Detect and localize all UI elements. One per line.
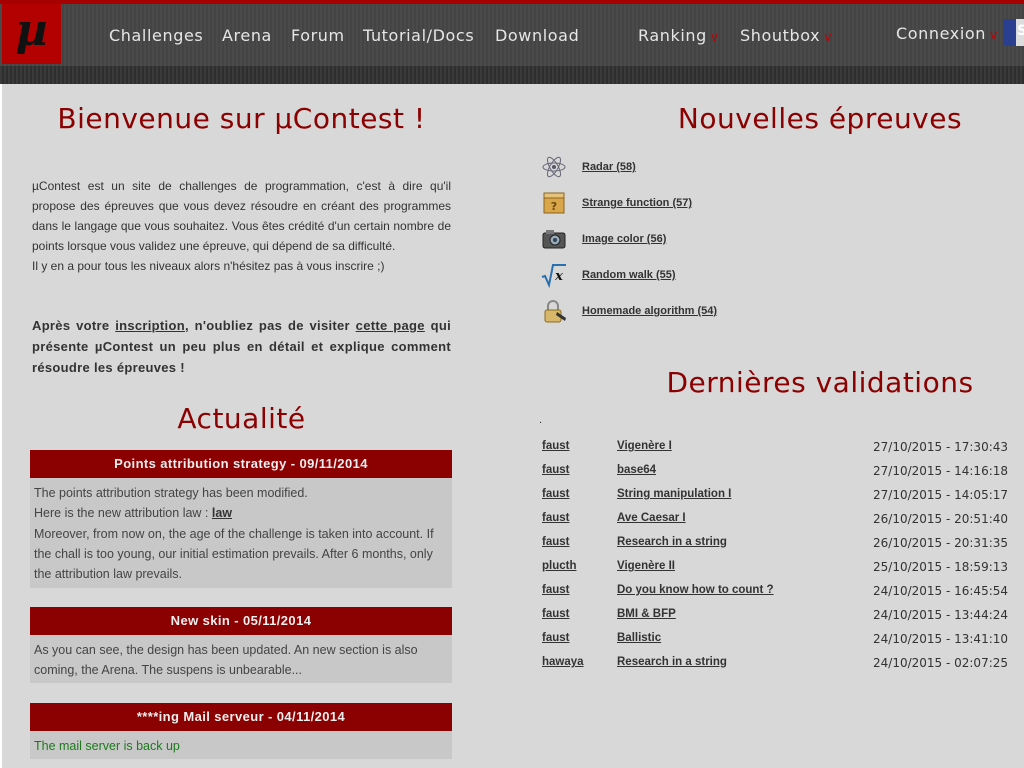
question-box-icon: ? (543, 192, 565, 214)
inscription-link[interactable]: inscription (115, 318, 185, 333)
validation-row: hawaya Research in a string 24/10/2015 - 0… (542, 656, 1022, 680)
svg-text:x: x (554, 269, 563, 284)
validation-row: faust base64 27/10/2015 - 14:16:18 (542, 464, 1022, 488)
validation-challenge-link[interactable]: Ballistic (617, 632, 661, 644)
validation-row: faust String manipulation I 27/10/2015 - 1… (542, 488, 1022, 512)
validation-row: faust Ave Caesar I 26/10/2015 - 20:51:40 (542, 512, 1022, 536)
validation-row: plucth Vigenère II 25/10/2015 - 18:59:13 (542, 560, 1022, 584)
validation-challenge-link[interactable]: Do you know how to count ? (617, 584, 774, 596)
challenge-link[interactable]: Image color (56) (582, 233, 666, 245)
validation-date: 24/10/2015 - 02:07:25 (873, 656, 1009, 670)
nav-shoutbox[interactable]: Shoutbox v (740, 26, 832, 45)
news-heading-3: ****ing Mail serveur - 04/11/2014 (30, 703, 452, 731)
intro-paragraph-2: Il y en a pour tous les niveaux alors n'… (32, 259, 385, 273)
callout-text-2: , n'oubliez pas de visiter (184, 318, 356, 333)
validation-user-link[interactable]: faust (542, 488, 569, 500)
validation-challenge-link[interactable]: Research in a string (617, 656, 727, 668)
nav-ranking[interactable]: Ranking v (638, 26, 719, 45)
validation-row: faust Do you know how to count ? 24/10/201… (542, 584, 1022, 608)
news-1-line-1: The points attribution strategy has been… (34, 486, 308, 500)
nav-tutorial-docs[interactable]: Tutorial/Docs (363, 26, 474, 45)
nav-arena[interactable]: Arena (222, 26, 272, 45)
challenge-link[interactable]: Strange function (57) (582, 197, 692, 209)
news-heading-1: Points attribution strategy - 09/11/2014 (30, 450, 452, 478)
validation-row: faust Ballistic 24/10/2015 - 13:41:10 (542, 632, 1022, 656)
validation-row: faust Vigenère I 27/10/2015 - 17:30:43 (542, 440, 1022, 464)
validation-challenge-link[interactable]: String manipulation I (617, 488, 731, 500)
logo-mu: µ (15, 5, 48, 56)
validation-challenge-link[interactable]: Ave Caesar I (617, 512, 686, 524)
news-heading-2: New skin - 05/11/2014 (30, 607, 452, 635)
chevron-down-icon: v (990, 28, 998, 42)
validations-dot: . (539, 414, 543, 426)
validation-user-link[interactable]: faust (542, 536, 569, 548)
news-body-3: The mail server is back up (30, 731, 452, 759)
validation-date: 27/10/2015 - 17:30:43 (873, 440, 1009, 454)
validation-date: 25/10/2015 - 18:59:13 (873, 560, 1009, 574)
validation-user-link[interactable]: faust (542, 464, 569, 476)
welcome-title: Bienvenue sur µContest ! (57, 102, 426, 135)
nav-connexion[interactable]: Connexion v (896, 24, 998, 43)
news-1-line-2: Here is the new attribution law : law (34, 506, 233, 521)
flag-letter: S (1017, 23, 1024, 39)
news-1-line-3: Moreover, from now on, the age of the ch… (34, 526, 434, 582)
new-challenges-title: Nouvelles épreuves (677, 102, 963, 135)
chevron-down-icon: v (710, 30, 719, 44)
main-content: Bienvenue sur µContest ! µContest est un… (0, 84, 1024, 768)
validations-title: Dernières validations (666, 366, 974, 399)
camera-icon (542, 230, 566, 249)
atom-icon (542, 156, 566, 178)
intro-paragraph-1: µContest est un site de challenges de pr… (32, 179, 451, 253)
validation-date: 26/10/2015 - 20:51:40 (873, 512, 1009, 526)
nav-download[interactable]: Download (495, 26, 579, 45)
validation-date: 27/10/2015 - 14:05:17 (873, 488, 1009, 502)
sqrt-x-icon: x (541, 264, 566, 288)
news-title: Actualité (177, 402, 306, 435)
navbar-strip (0, 66, 1024, 84)
site-logo[interactable]: µ (2, 4, 61, 64)
welcome-intro: µContest est un site de challenges de pr… (32, 176, 451, 276)
validation-user-link[interactable]: faust (542, 584, 569, 596)
validation-date: 24/10/2015 - 13:41:10 (873, 632, 1009, 646)
validation-user-link[interactable]: faust (542, 632, 569, 644)
callout-text-1: Après votre (32, 318, 116, 333)
validation-date: 24/10/2015 - 13:44:24 (873, 608, 1009, 622)
validation-date: 26/10/2015 - 20:31:35 (873, 536, 1009, 550)
validation-row: faust Research in a string 26/10/2015 - 20… (542, 536, 1022, 560)
nav-forum[interactable]: Forum (291, 26, 345, 45)
cette-page-link[interactable]: cette page (356, 318, 425, 333)
validation-challenge-link[interactable]: Vigenère II (617, 560, 675, 572)
svg-text:?: ? (551, 200, 557, 213)
chevron-down-icon: v (824, 30, 832, 44)
validation-user-link[interactable]: faust (542, 512, 569, 524)
validation-user-link[interactable]: faust (542, 440, 569, 452)
news-body-1: The points attribution strategy has been… (30, 478, 452, 588)
welcome-callout: Après votre inscription, n'oubliez pas d… (32, 315, 451, 378)
validation-date: 27/10/2015 - 14:16:18 (873, 464, 1009, 478)
validation-user-link[interactable]: hawaya (542, 656, 584, 668)
validation-user-link[interactable]: plucth (542, 560, 577, 572)
validation-user-link[interactable]: faust (542, 608, 569, 620)
nav-challenges[interactable]: Challenges (109, 26, 203, 45)
validation-challenge-link[interactable]: BMI & BFP (617, 608, 676, 620)
challenge-link[interactable]: Radar (58) (582, 161, 636, 173)
validation-challenge-link[interactable]: Research in a string (617, 536, 727, 548)
challenge-link[interactable]: Homemade algorithm (54) (582, 305, 717, 317)
padlock-icon (544, 300, 566, 323)
news-body-2: As you can see, the design has been upda… (30, 635, 452, 683)
validation-challenge-link[interactable]: Vigenère I (617, 440, 672, 452)
law-link[interactable]: law (212, 506, 232, 520)
challenge-link[interactable]: Random walk (55) (582, 269, 676, 281)
validation-row: faust BMI & BFP 24/10/2015 - 13:44:24 (542, 608, 1022, 632)
validation-challenge-link[interactable]: base64 (617, 464, 656, 476)
validation-date: 24/10/2015 - 16:45:54 (873, 584, 1009, 598)
